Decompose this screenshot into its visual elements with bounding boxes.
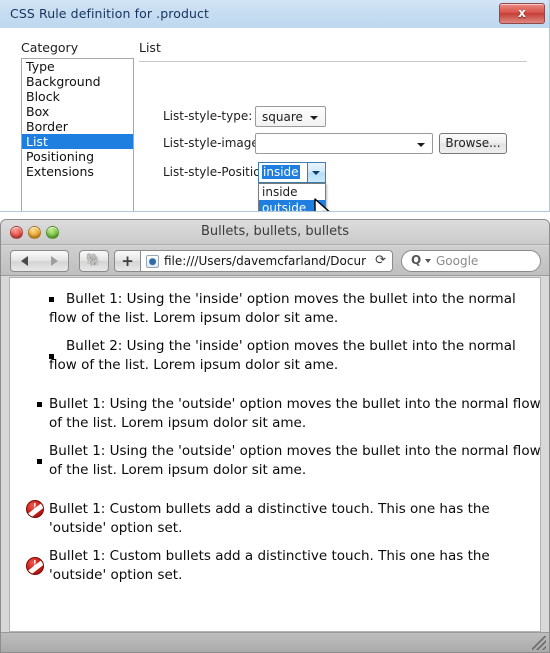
bullet-list-custom: ! Bullet 1: Custom bullets add a distinc… [10,500,540,584]
list-item: Bullet 1: Using the 'inside' option move… [10,290,540,327]
plus-icon: + [121,252,134,270]
custom-bullet-icon: ! [26,500,44,518]
category-item-list[interactable]: List [22,134,133,149]
list-item-text: Bullet 1: Using the 'inside' option move… [49,291,516,326]
chevron-down-icon [312,171,320,175]
forward-button[interactable] [39,250,69,272]
dialog-body: Category Type Background Block Box Borde… [0,28,549,211]
address-bar-value: file:///Users/davemcfarland/Documen [164,254,366,268]
square-bullet-icon [37,401,42,407]
category-item-positioning[interactable]: Positioning [22,149,133,164]
square-bullet-icon [37,458,42,464]
list-style-image-label: List-style-image: [163,136,263,150]
resize-grip[interactable] [532,636,546,650]
dropdown-option-inside[interactable]: inside [259,184,325,200]
pane-divider [139,61,527,62]
browser-window-title: Bullets, bullets, bullets [201,224,349,239]
add-bookmark-button[interactable]: + [114,250,141,272]
search-placeholder: Google [436,254,479,268]
address-bar[interactable]: ● file:///Users/davemcfarland/Documen ⟳ [141,250,393,272]
category-item-extensions[interactable]: Extensions [22,164,133,179]
browser-statusbar [1,632,549,652]
list-style-position-dropdown-menu[interactable]: inside outside [258,183,326,211]
dropdown-option-outside[interactable]: outside [259,200,325,211]
elephant-icon: 🐘 [85,253,103,268]
chevron-down-icon [417,143,425,147]
dialog-titlebar[interactable]: CSS Rule definition for .product x [0,0,549,28]
dialog-title: CSS Rule definition for .product [10,6,209,21]
browser-toolbar: 🐘 + ● file:///Users/davemcfarland/Docume… [1,246,549,276]
category-item-border[interactable]: Border [22,119,133,134]
close-button[interactable]: x [499,3,545,24]
list-style-position-combobox[interactable]: inside [258,162,326,183]
category-item-background[interactable]: Background [22,74,133,89]
list-style-position-label: List-style-Position: [163,165,273,179]
evernote-button[interactable]: 🐘 [79,250,109,272]
category-item-box[interactable]: Box [22,104,133,119]
list-item: ! Bullet 1: Custom bullets add a distinc… [10,547,540,584]
list-style-position-dropdown-button[interactable] [307,163,325,182]
search-icon: Q [411,253,422,267]
bullet-list-outside: Bullet 1: Using the 'outside' option mov… [10,395,541,479]
css-rule-definition-dialog: CSS Rule definition for .product x Categ… [0,0,550,212]
category-label: Category [21,40,79,55]
list-item-text: Bullet 1: Using the 'outside' option mov… [49,396,541,431]
page-content: Bullet 1: Using the 'inside' option move… [9,277,541,632]
close-icon: x [518,6,526,20]
chevron-down-icon[interactable] [425,259,431,263]
list-style-position-value: inside [262,165,300,179]
list-item: ! Bullet 1: Custom bullets add a distinc… [10,500,540,537]
pane-title: List [139,40,161,55]
list-style-image-combobox[interactable] [255,133,433,154]
category-item-type[interactable]: Type [22,59,133,74]
square-bullet-icon [49,353,54,359]
custom-bullet-icon: ! [26,557,44,575]
chevron-down-icon [310,116,318,120]
bullet-list-inside: Bullet 1: Using the 'inside' option move… [10,290,540,374]
search-input[interactable]: Q Google [401,250,541,272]
list-item: Bullet 1: Using the 'outside' option mov… [10,442,541,479]
browser-window: Bullets, bullets, bullets 🐘 + ● file:///… [0,219,550,653]
category-list[interactable]: Type Background Block Box Border List Po… [21,58,134,211]
list-item-text: Bullet 2: Using the 'inside' option move… [49,338,516,373]
list-style-type-label: List-style-type: [163,109,253,123]
back-arrow-icon [21,256,28,266]
browse-button-label: Browse... [445,136,501,150]
page-favicon-icon: ● [146,255,159,268]
list-style-type-select[interactable]: square [255,106,326,127]
list-item: Bullet 2: Using the 'inside' option move… [10,337,540,374]
category-item-block[interactable]: Block [22,89,133,104]
reload-icon[interactable]: ⟳ [375,253,386,268]
list-item-text: Bullet 1: Custom bullets add a distincti… [49,548,490,583]
list-item: Bullet 1: Using the 'outside' option mov… [10,395,541,432]
browse-button[interactable]: Browse... [439,133,507,154]
back-button[interactable] [10,250,40,272]
forward-arrow-icon [50,256,58,266]
list-item-text: Bullet 1: Custom bullets add a distincti… [49,501,490,536]
list-item-text: Bullet 1: Using the 'outside' option mov… [49,443,541,478]
list-style-type-value: square [262,110,303,124]
square-bullet-icon [49,296,54,302]
browser-titlebar[interactable]: Bullets, bullets, bullets [1,220,549,245]
